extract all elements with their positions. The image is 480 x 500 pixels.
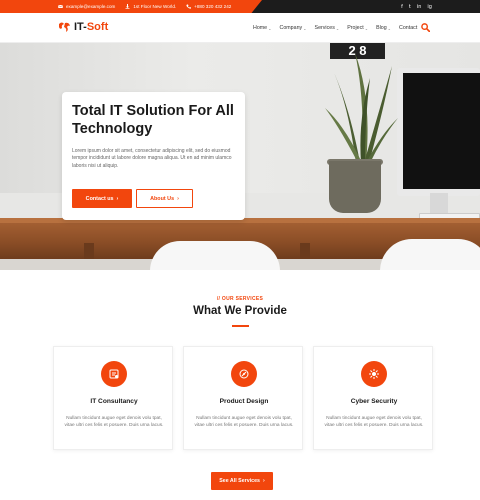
logo-icon [59, 22, 70, 32]
chevron-right-icon: › [177, 195, 179, 202]
security-icon [361, 361, 387, 387]
nav-item-services[interactable]: Services ⌄ [315, 25, 340, 31]
hero-description: Lorem ipsum dolor sit amet, consectetur … [72, 148, 232, 169]
service-card[interactable]: IT Consultancy Nullam tincidunt augue eg… [53, 346, 173, 450]
hero-card: Total IT Solution For All Technology Lor… [62, 92, 245, 220]
chevron-down-icon: ⌄ [364, 25, 369, 31]
service-card[interactable]: Cyber Security Nullam tincidunt augue eg… [313, 346, 433, 450]
card-description: Nullam tincidunt augue eget denois volu … [194, 416, 294, 429]
nav-item-blog[interactable]: Blog ⌄ [376, 25, 391, 31]
nav-menu: Home ⌄ Company ⌄ Services ⌄ Project ⌄ Blog ⌄ … [253, 13, 417, 43]
chevron-down-icon: ⌄ [335, 25, 340, 31]
linkedin-icon[interactable]: in [417, 4, 422, 10]
phone-icon [186, 4, 192, 9]
chevron-down-icon: ⌄ [268, 25, 272, 31]
search-icon[interactable] [421, 23, 430, 32]
chair-image [380, 239, 480, 270]
card-description: Nullam tincidunt augue eget denois volu … [324, 416, 424, 429]
plant-image [325, 53, 398, 163]
top-bar: example@example.com 1st Floor New World.… [0, 0, 480, 13]
phone-text: +880 320 432 242 [194, 4, 232, 9]
consultancy-icon [101, 361, 127, 387]
email-item[interactable]: example@example.com [58, 4, 115, 9]
plant-pot [329, 161, 381, 213]
design-icon [231, 361, 257, 387]
contact-us-button[interactable]: Contact us › [72, 189, 132, 208]
see-all-services-button[interactable]: See All Services › [211, 472, 273, 490]
chevron-down-icon: ⌄ [303, 25, 307, 31]
card-title: IT Consultancy [90, 398, 138, 405]
chevron-right-icon: › [262, 478, 265, 484]
nav-item-contact[interactable]: Contact [399, 25, 417, 31]
instagram-icon[interactable]: ig [427, 4, 432, 10]
chevron-right-icon: › [116, 195, 119, 202]
facebook-icon[interactable]: f [401, 4, 403, 10]
address-text: 1st Floor New World. [133, 4, 177, 9]
social-links: f t in ig [401, 0, 432, 13]
nav-item-company[interactable]: Company ⌄ [280, 25, 307, 31]
nav-item-project[interactable]: Project ⌄ [347, 25, 368, 31]
chevron-down-icon: ⌄ [387, 25, 392, 31]
phone-item[interactable]: +880 320 432 242 [186, 4, 231, 9]
nav-item-home[interactable]: Home ⌄ [253, 25, 272, 31]
service-card[interactable]: Product Design Nullam tincidunt augue eg… [183, 346, 303, 450]
about-us-button[interactable]: About Us › [136, 189, 193, 208]
logo-text: IT-Soft [74, 21, 109, 33]
main-nav: IT-Soft Home ⌄ Company ⌄ Services ⌄ Project… [0, 13, 480, 43]
card-title: Product Design [219, 398, 269, 405]
card-description: Nullam tincidunt augue eget denois volu … [64, 416, 164, 429]
monitor-screen [403, 73, 480, 189]
mail-icon [58, 4, 63, 8]
chair-image [150, 241, 280, 270]
address-item: 1st Floor New World. [125, 4, 176, 9]
section-title: What We Provide [193, 305, 287, 317]
card-title: Cyber Security [350, 398, 398, 405]
title-underline [232, 325, 249, 327]
download-icon [125, 4, 130, 9]
hero-title: Total IT Solution For All Technology [72, 103, 234, 137]
twitter-icon[interactable]: t [409, 4, 411, 10]
section-tag: // OUR SERVICES [216, 296, 264, 302]
email-text: example@example.com [66, 4, 116, 9]
logo[interactable]: IT-Soft [58, 21, 108, 33]
top-bar-contact: example@example.com 1st Floor New World.… [0, 0, 262, 13]
